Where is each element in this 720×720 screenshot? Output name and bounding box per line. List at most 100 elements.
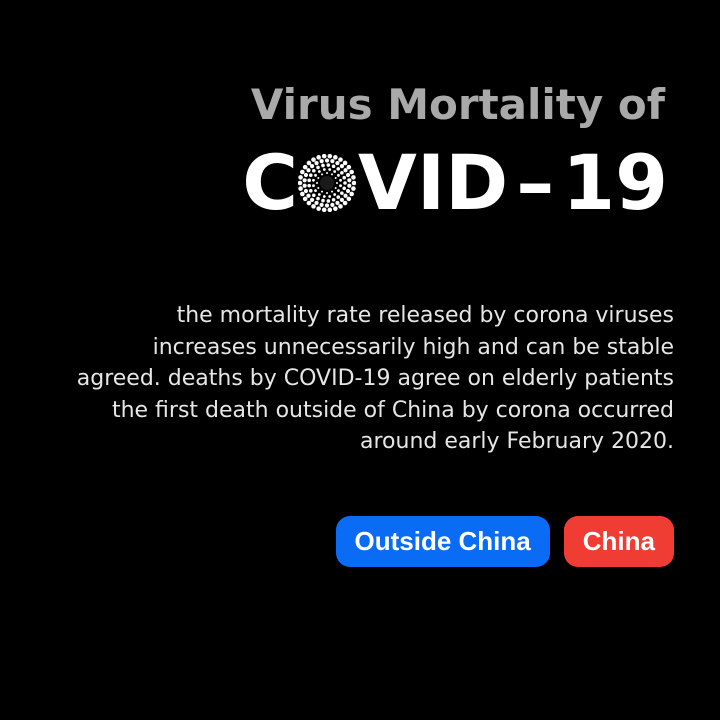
virus-dot [340,171,344,175]
virus-dot [324,203,330,208]
virus-dot [312,168,316,173]
virus-dot [330,202,335,207]
title-dash: – [516,138,555,227]
virus-dot [298,180,303,186]
virus-dot [321,173,324,176]
legend-outside-china: Outside China [335,516,550,567]
virus-dot [317,187,320,189]
virus-dot [317,177,320,179]
virus-dot [302,196,308,202]
virus-dot [340,191,344,195]
virus-dot [302,164,308,170]
virus-dot [336,182,339,184]
virus-dot [338,157,343,162]
virus-dot [327,154,333,159]
virus-dot [342,160,348,166]
virus-dot [326,192,329,194]
virus-dot [300,169,305,175]
virus-dot [310,164,315,169]
virus-dot [339,197,345,202]
virus-dot [314,200,319,206]
virus-dot [330,159,335,164]
virus-dot [314,173,317,177]
virus-dot [335,160,340,166]
virus-dot [333,155,338,160]
virus-dot [337,173,340,177]
virus-dot [347,183,352,188]
virus-dot [349,169,355,175]
virus-dot [322,195,326,198]
virus-dot [331,173,334,176]
virus-dot [333,206,338,211]
virus-dot [317,170,321,173]
virus-dot [316,182,319,184]
virus-dot [328,195,332,198]
virus-dot [343,181,347,185]
virus-dot [321,190,324,193]
virus-dot [316,165,320,170]
virus-dot [303,188,309,194]
title-letters-vid: VID [358,138,509,227]
virus-dot [331,197,336,202]
virus-dot [346,164,352,170]
virus-dot [334,177,337,179]
virus-dot [351,175,356,180]
virus-dot [336,167,341,171]
virus-dot [331,190,334,193]
virus-dot [306,160,312,166]
description-paragraph: the mortality rate released by corona vi… [76,303,674,454]
virus-dot [309,189,313,193]
virus-dot [351,186,356,191]
virus-dot [339,178,342,182]
virus-dot [321,154,327,159]
legend: Outside China China [335,516,674,567]
virus-dot [307,183,312,188]
virus-icon [298,154,357,212]
virus-dot [319,202,324,207]
virus-dot [342,175,347,180]
virus-dot [312,184,315,188]
virus-dot [316,155,322,160]
virus-dot [310,197,315,202]
virus-dot [303,172,309,178]
virus-dot [328,168,332,171]
virus-dot [306,168,311,173]
virus-dot [351,180,357,186]
virus-dot [317,193,321,196]
virus-dot [321,207,327,212]
virus-dot [302,178,307,183]
virus-dot [314,160,319,166]
virus-dot [347,178,352,183]
virus-dot [324,158,330,163]
virus-dot [314,189,317,193]
virus-dot [298,175,303,180]
virus-dot [309,173,313,177]
virus-dot [311,204,316,209]
virus-dot [327,207,333,212]
virus-dot [312,193,316,198]
virus-dot [321,163,325,168]
title-line-2: C VID – 19 [242,138,668,228]
virus-dot [333,170,337,173]
virus-dot [300,191,305,197]
virus-dot [343,193,348,198]
virus-dot [336,195,341,199]
virus-dot [306,193,311,198]
virus-dot [342,200,348,206]
virus-dot [307,178,312,183]
virus-dot [337,189,340,193]
virus-core [320,176,335,190]
virus-dot [334,187,337,189]
virus-dot [298,186,303,191]
virus-dot [335,200,340,206]
title-line-1: Virus Mortality of [250,80,665,129]
title-number: 19 [562,138,668,227]
virus-dot [316,196,320,201]
virus-dot [345,172,351,178]
virus-dot [331,164,336,169]
virus-dot [342,186,347,191]
virus-dot [312,178,315,182]
virus-dot [311,157,316,162]
legend-china: China [563,516,674,567]
virus-dot [346,196,352,202]
